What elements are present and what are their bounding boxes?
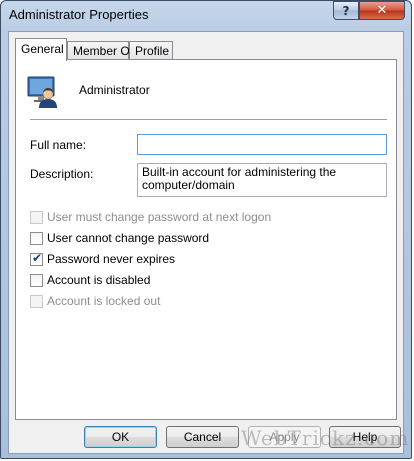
option-account-locked-out: Account is locked out xyxy=(30,293,160,309)
general-tab-panel: Administrator Full name: Description: Bu… xyxy=(15,59,397,420)
close-icon: ✕ xyxy=(376,3,388,18)
password-never-expires-checkbox[interactable]: ✔ xyxy=(30,250,43,266)
option-label[interactable]: User cannot change password xyxy=(47,231,209,245)
help-icon: ? xyxy=(342,3,350,18)
cancel-button[interactable]: Cancel xyxy=(166,426,239,448)
ok-button[interactable]: OK xyxy=(84,426,157,448)
account-disabled-checkbox[interactable] xyxy=(30,273,43,287)
must-change-password-checkbox xyxy=(30,210,43,224)
option-password-never-expires[interactable]: ✔ Password never expires xyxy=(30,251,175,267)
option-label: User must change password at next logon xyxy=(47,210,272,224)
option-account-disabled[interactable]: Account is disabled xyxy=(30,272,150,288)
separator xyxy=(30,119,387,120)
account-locked-out-checkbox xyxy=(30,294,43,308)
description-label: Description: xyxy=(30,167,94,181)
cannot-change-password-checkbox[interactable] xyxy=(30,231,43,245)
properties-dialog: Administrator Properties ? ✕ General Mem… xyxy=(0,0,412,459)
tab-member-of[interactable]: Member Of xyxy=(67,41,133,60)
option-cannot-change-password[interactable]: User cannot change password xyxy=(30,230,209,246)
window-title: Administrator Properties xyxy=(9,7,149,22)
watermark: WebTrickz.com xyxy=(241,426,410,450)
option-label: Account is locked out xyxy=(47,294,161,308)
option-label[interactable]: Password never expires xyxy=(47,252,175,266)
description-input[interactable]: Built-in account for administering the c… xyxy=(137,163,387,197)
checkmark-icon: ✔ xyxy=(32,250,43,265)
title-bar[interactable]: Administrator Properties ? ✕ xyxy=(1,1,411,31)
user-account-icon xyxy=(27,76,57,108)
tab-general[interactable]: General xyxy=(15,38,67,61)
dialog-client-area: General Member Of Profile Administrator … xyxy=(8,31,404,454)
option-must-change-password: User must change password at next logon xyxy=(30,209,271,225)
account-name: Administrator xyxy=(79,83,150,97)
help-caption-button[interactable]: ? xyxy=(333,1,359,20)
option-label[interactable]: Account is disabled xyxy=(47,273,150,287)
tab-profile[interactable]: Profile xyxy=(129,41,173,60)
full-name-label: Full name: xyxy=(30,138,87,152)
full-name-input[interactable] xyxy=(137,134,387,155)
close-button[interactable]: ✕ xyxy=(359,1,405,20)
